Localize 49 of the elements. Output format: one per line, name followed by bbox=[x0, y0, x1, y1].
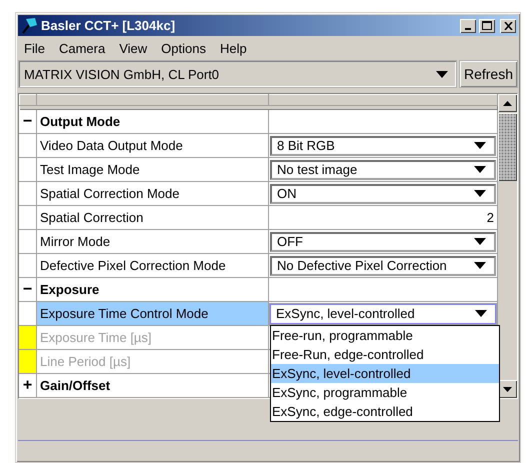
maximize-button[interactable] bbox=[479, 18, 495, 32]
device-dropdown[interactable]: MATRIX VISION GmbH, CL Port0 bbox=[18, 60, 457, 88]
value-dropdown[interactable]: OFF bbox=[270, 232, 496, 252]
dropdown-arrow-icon bbox=[474, 262, 486, 269]
group-label: Exposure bbox=[40, 282, 100, 297]
property-name[interactable]: Video Data Output Mode bbox=[40, 138, 183, 153]
value-dropdown[interactable]: 8 Bit RGB bbox=[270, 136, 496, 156]
value-dropdown[interactable]: ON bbox=[270, 184, 496, 204]
scroll-thumb[interactable] bbox=[498, 113, 517, 181]
expand-toggle[interactable]: − bbox=[22, 112, 32, 130]
property-name[interactable]: Spatial Correction Mode bbox=[40, 186, 180, 201]
menu-item[interactable]: File bbox=[24, 40, 45, 56]
value-dropdown[interactable]: No Defective Pixel Correction bbox=[270, 256, 496, 276]
expand-toggle[interactable]: − bbox=[22, 280, 32, 298]
close-icon bbox=[504, 22, 512, 30]
close-button[interactable] bbox=[500, 18, 516, 32]
scroll-up-icon[interactable] bbox=[503, 100, 512, 106]
dropdown-arrow-icon bbox=[475, 310, 487, 317]
dropdown-option[interactable]: ExSync, level-controlled bbox=[271, 364, 499, 383]
minimize-button[interactable] bbox=[460, 18, 476, 32]
dropdown-arrow-icon bbox=[474, 238, 486, 245]
refresh-button[interactable]: Refresh bbox=[458, 60, 518, 88]
value-dropdown[interactable]: ExSync, level-controlled bbox=[270, 304, 496, 324]
dropdown-option[interactable]: Free-Run, edge-controlled bbox=[271, 345, 499, 364]
dropdown-arrow-icon bbox=[436, 70, 448, 78]
dropdown-option[interactable]: Free-run, programmable bbox=[271, 326, 499, 345]
dropdown-arrow-icon bbox=[474, 166, 486, 173]
value-field[interactable]: 2 bbox=[486, 210, 494, 225]
menu-item[interactable]: View bbox=[119, 40, 148, 56]
scroll-down-icon[interactable] bbox=[503, 386, 512, 392]
menu-item[interactable]: Camera bbox=[58, 40, 106, 56]
minimize-icon bbox=[465, 28, 471, 30]
maximize-icon bbox=[482, 21, 492, 30]
dropdown-option[interactable]: ExSync, programmable bbox=[271, 383, 499, 402]
menu-item[interactable]: Help bbox=[220, 40, 247, 56]
menu-item[interactable]: Options bbox=[161, 40, 206, 56]
property-name[interactable]: Test Image Mode bbox=[40, 162, 140, 177]
dropdown-arrow-icon bbox=[474, 142, 486, 149]
window-title: Basler CCT+ [L304kc] bbox=[41, 18, 176, 33]
dropdown-arrow-icon bbox=[474, 190, 486, 197]
property-name[interactable]: Mirror Mode bbox=[40, 234, 110, 249]
value-dropdown[interactable]: No test image bbox=[270, 160, 496, 180]
expand-toggle[interactable]: + bbox=[22, 376, 32, 394]
dropdown-option[interactable]: ExSync, edge-controlled bbox=[271, 402, 499, 421]
property-name[interactable]: Defective Pixel Correction Mode bbox=[40, 258, 226, 273]
group-label: Output Mode bbox=[40, 114, 120, 129]
scrollbar[interactable] bbox=[498, 94, 517, 398]
property-name[interactable]: Spatial Correction bbox=[40, 210, 144, 225]
group-label: Gain/Offset bbox=[40, 378, 110, 393]
